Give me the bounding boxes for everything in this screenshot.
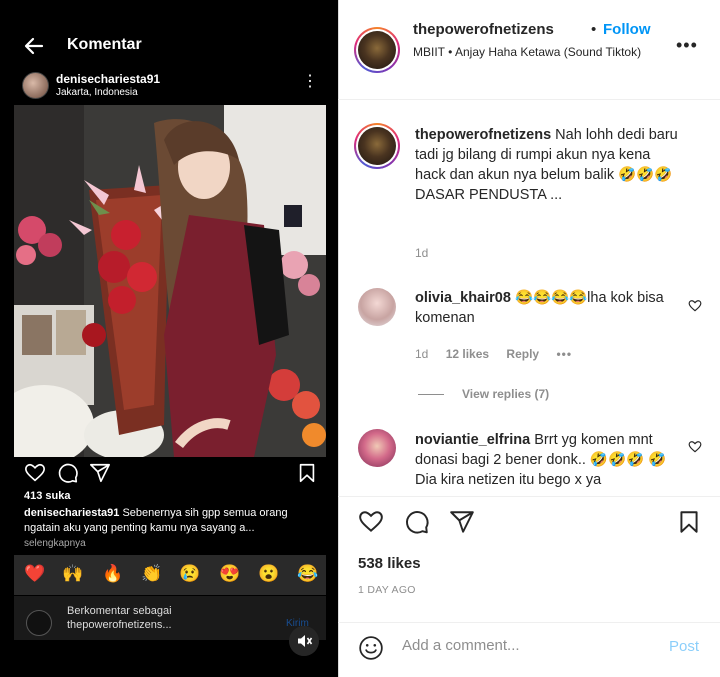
- view-replies-button[interactable]: View replies (7): [418, 387, 549, 401]
- heart-icon[interactable]: [358, 509, 384, 535]
- reaction-wow[interactable]: 😮: [258, 564, 279, 584]
- audio-attribution[interactable]: MBIIT • Anjay Haha Ketawa (Sound Tiktok): [413, 44, 653, 61]
- share-icon[interactable]: [89, 462, 111, 484]
- add-comment-bar: Post: [338, 622, 720, 677]
- like-count[interactable]: 413 suka: [24, 490, 70, 502]
- post-header: thepowerofnetizens • Follow MBIIT • Anja…: [338, 0, 720, 100]
- post-caption: denisechariesta91 Sebenernya sih gpp sem…: [24, 506, 314, 536]
- comment-as-label[interactable]: Berkomentar sebagai thepowerofnetizens..…: [67, 604, 172, 632]
- post-comment-button[interactable]: Post: [669, 638, 699, 655]
- like-comment-heart-icon[interactable]: [688, 299, 702, 313]
- comment-composer: Berkomentar sebagai thepowerofnetizens..…: [14, 596, 326, 640]
- avatar[interactable]: [358, 429, 396, 467]
- reaction-cry[interactable]: 😢: [179, 564, 200, 584]
- reaction-heart-eyes[interactable]: 😍: [219, 564, 240, 584]
- screenshot-root: Komentar denisechariesta91 Jakarta, Indo…: [0, 0, 720, 677]
- reaction-fire[interactable]: 🔥: [102, 564, 123, 584]
- avatar[interactable]: [354, 27, 400, 73]
- mobile-header: Komentar: [0, 26, 338, 66]
- avatar[interactable]: [358, 288, 396, 326]
- reaction-clap[interactable]: 👏: [141, 564, 162, 584]
- comment-as-username: thepowerofnetizens...: [67, 619, 172, 631]
- comment-username[interactable]: noviantie_elfrina: [415, 432, 530, 448]
- comment-as-prefix: Berkomentar sebagai: [67, 605, 172, 617]
- view-replies-label: View replies (7): [462, 387, 550, 401]
- comment-input[interactable]: [402, 637, 652, 654]
- photo-illustration: [14, 105, 326, 457]
- reaction-laugh[interactable]: 😂: [297, 564, 318, 584]
- list-item: noviantie_elfrina Brrt yg komen mnt dona…: [415, 430, 685, 490]
- avatar[interactable]: [354, 123, 400, 169]
- separator-dot: •: [591, 21, 597, 38]
- post-date[interactable]: 1 DAY AGO: [358, 584, 416, 596]
- post-photo: [14, 105, 326, 457]
- mute-icon[interactable]: [289, 626, 319, 656]
- header-username[interactable]: thepowerofnetizens: [413, 21, 554, 38]
- list-item: olivia_khair08 😂😂😂😂lha kok bisa komenan: [415, 288, 685, 328]
- heart-icon[interactable]: [24, 462, 46, 484]
- more-options-icon[interactable]: •••: [676, 36, 698, 54]
- reaction-bar: ❤️ 🙌 🔥 👏 😢 😍 😮 😂: [14, 555, 326, 595]
- comment-like-count[interactable]: 12 likes: [446, 347, 489, 361]
- post-action-bar: [24, 462, 320, 486]
- comment-options-icon[interactable]: •••: [556, 347, 572, 361]
- avatar[interactable]: [22, 72, 49, 99]
- reply-button[interactable]: Reply: [506, 347, 539, 361]
- page-title: Komentar: [67, 36, 142, 53]
- reaction-raised-hands[interactable]: 🙌: [62, 564, 83, 584]
- desktop-post-panel: thepowerofnetizens • Follow MBIIT • Anja…: [338, 0, 720, 677]
- list-item: thepowerofnetizens Nah lohh dedi baru ta…: [415, 125, 685, 205]
- comment-meta: 1d 12 likes Reply •••: [415, 347, 572, 361]
- comments-list: thepowerofnetizens Nah lohh dedi baru ta…: [338, 101, 720, 496]
- post-action-bar: 538 likes 1 DAY AGO: [338, 496, 720, 606]
- comment-text-line2: DASAR PENDUSTA ...: [415, 187, 563, 203]
- poster-username[interactable]: denisechariesta91: [56, 72, 160, 86]
- comment-icon[interactable]: [404, 509, 430, 535]
- back-arrow-icon[interactable]: [22, 34, 46, 58]
- follow-button[interactable]: Follow: [603, 21, 651, 38]
- share-icon[interactable]: [449, 509, 475, 535]
- comment-username[interactable]: olivia_khair08: [415, 290, 511, 306]
- see-more-link[interactable]: selengkapnya: [24, 538, 86, 549]
- like-comment-heart-icon[interactable]: [688, 440, 702, 454]
- comment-icon[interactable]: [57, 462, 79, 484]
- comment-timestamp[interactable]: 1d: [415, 347, 428, 361]
- bookmark-icon[interactable]: [296, 462, 318, 484]
- comment-timestamp[interactable]: 1d: [415, 246, 428, 260]
- caption-username[interactable]: denisechariesta91: [24, 507, 119, 519]
- comment-username[interactable]: thepowerofnetizens: [415, 127, 551, 143]
- post-author: denisechariesta91 Jakarta, Indonesia ⋮: [22, 72, 322, 102]
- more-options-icon[interactable]: ⋮: [302, 74, 318, 90]
- poster-location[interactable]: Jakarta, Indonesia: [56, 87, 138, 98]
- emoji-picker-icon[interactable]: [358, 635, 384, 661]
- bookmark-icon[interactable]: [676, 509, 702, 535]
- like-count[interactable]: 538 likes: [358, 555, 421, 572]
- avatar: [26, 610, 52, 636]
- reaction-heart[interactable]: ❤️: [24, 564, 45, 584]
- mobile-comments-panel: Komentar denisechariesta91 Jakarta, Indo…: [0, 0, 338, 677]
